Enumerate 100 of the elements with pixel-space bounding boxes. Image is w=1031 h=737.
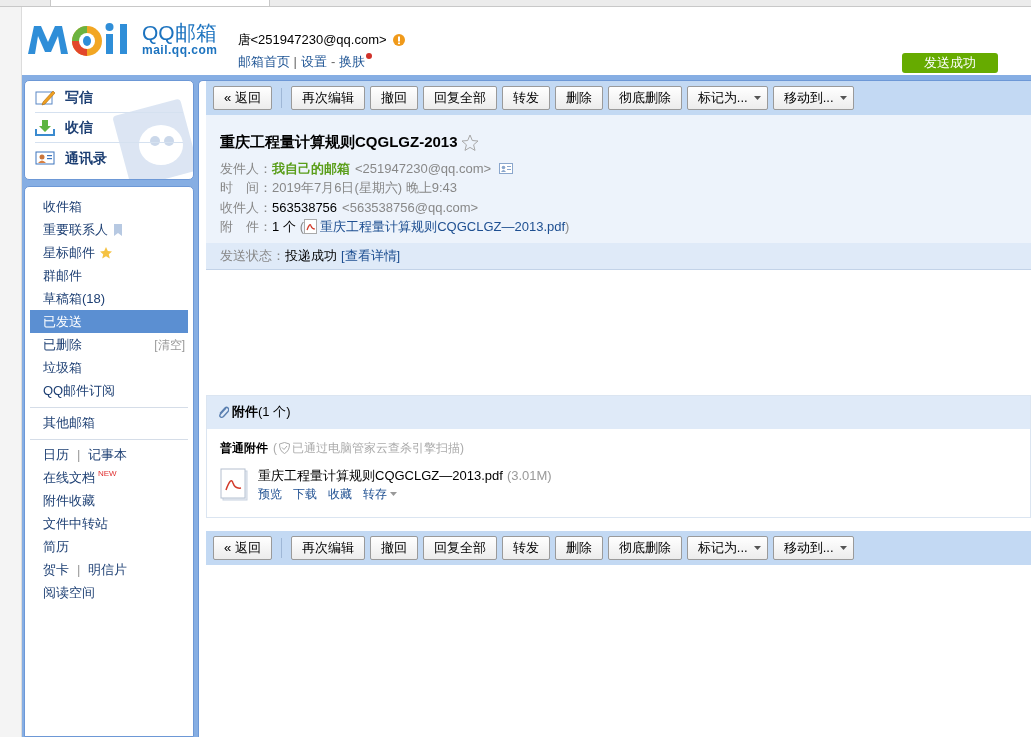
- contact-card-icon: [35, 149, 55, 167]
- separator-text: -: [330, 52, 336, 71]
- toolbar-button[interactable]: 回复全部: [422, 536, 497, 560]
- folder-item[interactable]: 群邮件: [30, 264, 188, 287]
- folder-label: 贺卡: [43, 560, 69, 579]
- warning-icon: [392, 33, 405, 46]
- quick-action-link[interactable]: 收信: [65, 117, 93, 138]
- folder-label: 在线文档: [43, 468, 95, 487]
- toolbar-button[interactable]: 回复全部: [422, 86, 497, 110]
- folder-item[interactable]: 附件收藏: [30, 489, 188, 512]
- folder-label: 重要联系人: [43, 220, 108, 239]
- toolbar-button[interactable]: 删除: [554, 86, 603, 110]
- sender-address: <251947230@qq.com>: [355, 159, 492, 178]
- folder-item[interactable]: 贺卡 | 明信片: [30, 558, 188, 581]
- star-icon: [100, 246, 112, 259]
- folder-label: 阅读空间: [43, 583, 95, 602]
- folder-label: 记事本: [88, 445, 128, 464]
- quick-action-link[interactable]: 通讯录: [65, 147, 107, 169]
- quick-action-link[interactable]: 写信: [65, 87, 93, 108]
- field-label: 发件人：: [220, 159, 272, 178]
- toolbar-button[interactable]: 撤回: [369, 86, 418, 110]
- toolbar-button[interactable]: 彻底删除: [607, 536, 682, 560]
- folder-label: 群邮件: [43, 266, 82, 285]
- toolbar-button[interactable]: 转发: [501, 86, 550, 110]
- notification-dot-icon: [366, 53, 373, 60]
- attachment-link[interactable]: 重庆工程量计算规则CQGCLGZ—2013.pdf: [320, 217, 566, 237]
- caret-icon: [753, 546, 761, 550]
- paperclip-icon: [217, 405, 229, 419]
- pdf-file-icon: [304, 219, 318, 235]
- toolbar-button[interactable]: 标记为...: [686, 86, 768, 110]
- caret-icon: [390, 492, 397, 496]
- folder-item[interactable]: 收件箱: [30, 195, 188, 218]
- attachment-count: 1 个: [272, 218, 296, 236]
- paren-open: (: [273, 439, 277, 457]
- scan-note: 已通过电脑管家云查杀引擎扫描): [292, 439, 464, 457]
- recipient-address: <563538756@qq.com>: [342, 198, 479, 217]
- caret-icon: [839, 96, 847, 100]
- toolbar-button[interactable]: 删除: [554, 536, 603, 560]
- mail-time: 2019年7月6日(星期六) 晚上9:43: [272, 179, 457, 197]
- folder-item[interactable]: QQ邮件订阅: [30, 379, 188, 402]
- attachment-title: 附件: [232, 403, 258, 422]
- folder-item[interactable]: 在线文档 NEW: [30, 466, 188, 489]
- folder-item[interactable]: 日历 | 记事本: [30, 443, 188, 466]
- folder-label: 已删除: [43, 335, 82, 354]
- folder-item[interactable]: 草稿箱(18): [30, 287, 188, 310]
- folder-label: 日历: [43, 445, 69, 464]
- toolbar-button[interactable]: « 返回: [213, 86, 272, 110]
- toolbar-button[interactable]: 移动到...: [772, 86, 854, 110]
- header-link[interactable]: 设置: [300, 51, 327, 71]
- folder-label: 收件箱: [43, 197, 82, 216]
- contact-card-icon: [499, 162, 514, 174]
- folder-label: QQ邮件订阅: [43, 381, 116, 400]
- download-tray-icon: [35, 118, 55, 137]
- folder-label: 文件中转站: [43, 514, 108, 533]
- group-label: 普通附件: [220, 439, 268, 457]
- folder-item[interactable]: 垃圾箱: [30, 356, 188, 379]
- folder-item[interactable]: 简历: [30, 535, 188, 558]
- caret-icon: [839, 546, 847, 550]
- toolbar-button[interactable]: 再次编辑: [290, 86, 365, 110]
- paren-close: ): [565, 218, 570, 236]
- account-name: 唐<251947230@qq.com>: [237, 31, 387, 49]
- toolbar-button[interactable]: 彻底删除: [607, 86, 682, 110]
- folder-label: 明信片: [88, 560, 128, 579]
- logo-title: QQ邮箱: [142, 22, 218, 44]
- pencil-note-icon: [35, 88, 55, 107]
- toolbar-button[interactable]: 转发: [501, 536, 550, 560]
- file-action-link[interactable]: 收藏: [328, 485, 352, 503]
- success-notice: 发送成功: [902, 53, 998, 73]
- separator-text: |: [293, 52, 297, 71]
- shield-icon: [279, 441, 290, 454]
- header-link[interactable]: 邮箱首页: [237, 51, 290, 71]
- folder-label: 星标邮件: [43, 243, 95, 262]
- details-link[interactable]: [查看详情]: [341, 245, 401, 266]
- status-label: 发送状态：: [220, 246, 285, 265]
- toolbar-button[interactable]: « 返回: [213, 536, 272, 560]
- folder-item[interactable]: 已删除 [清空]: [30, 333, 188, 356]
- file-action-link[interactable]: 预览: [258, 485, 282, 503]
- toolbar-button[interactable]: 撤回: [369, 536, 418, 560]
- folder-item[interactable]: 其他邮箱: [30, 411, 188, 434]
- folder-item[interactable]: 阅读空间: [30, 581, 188, 604]
- file-name: 重庆工程量计算规则CQGCLGZ—2013.pdf: [258, 466, 503, 485]
- file-size: (3.01M): [506, 466, 552, 485]
- file-action-link[interactable]: 下载: [293, 485, 317, 503]
- folder-label: 附件收藏: [43, 491, 95, 510]
- toolbar-button[interactable]: 标记为...: [686, 536, 768, 560]
- recipient-name: 563538756: [272, 198, 338, 217]
- toolbar-button[interactable]: 再次编辑: [290, 536, 365, 560]
- new-label: NEW: [98, 468, 117, 480]
- folder-item[interactable]: 重要联系人: [30, 218, 188, 241]
- header-link[interactable]: 换肤: [339, 51, 366, 71]
- folder-item[interactable]: 文件中转站: [30, 512, 188, 535]
- star-icon[interactable]: [460, 133, 479, 151]
- file-action-link[interactable]: 转存: [363, 485, 397, 503]
- field-label: 附 件：: [220, 218, 272, 236]
- toolbar-button[interactable]: 移动到...: [772, 536, 854, 560]
- mail-subject: 重庆工程量计算规则CQGLGZ-2013: [220, 132, 458, 152]
- attachment-total: (1 个): [258, 403, 291, 422]
- separator-text: |: [77, 560, 81, 579]
- field-label: 收件人：: [220, 198, 272, 217]
- folder-item[interactable]: 星标邮件: [30, 241, 188, 264]
